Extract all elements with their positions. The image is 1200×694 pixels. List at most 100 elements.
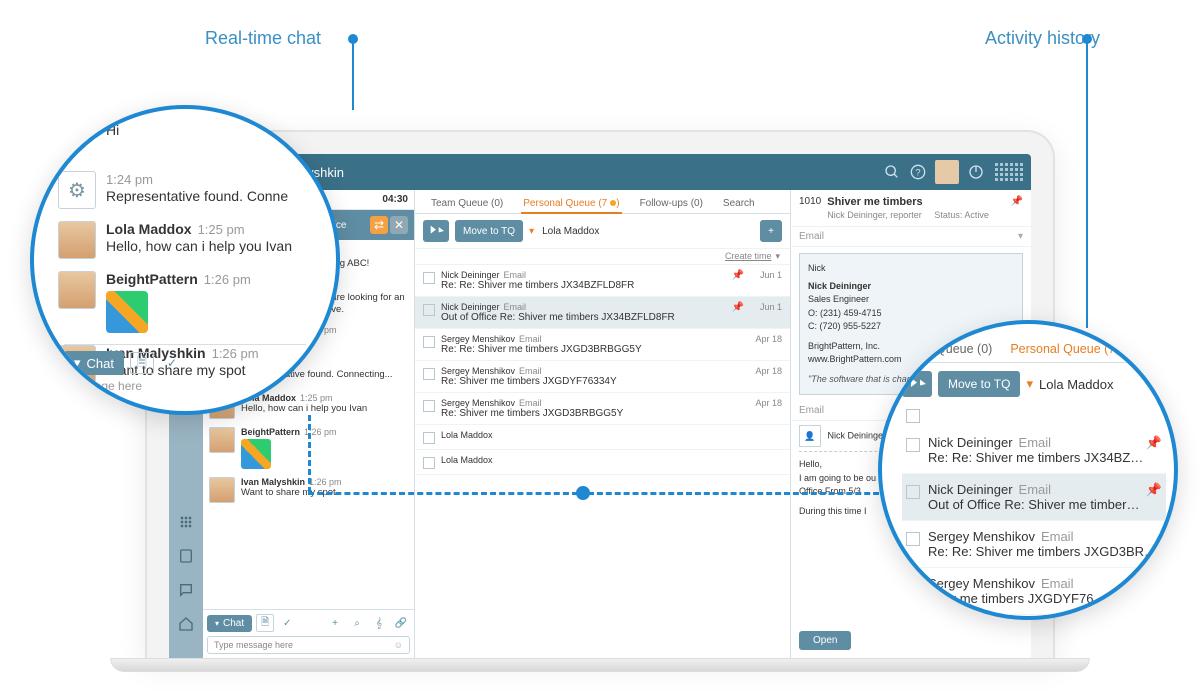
chat-nav-icon[interactable] [176,580,196,600]
row-checkbox[interactable] [423,368,435,380]
end-chat-icon[interactable]: ✕ [390,216,408,234]
case-header: 1010 Shiver me timbers Nick Deininger, r… [791,190,1031,227]
home-icon[interactable] [176,614,196,634]
laptop-base [110,658,1090,672]
row-checkbox[interactable] [423,432,435,444]
open-button[interactable]: Open [799,631,851,650]
tab-team-queue[interactable]: Team Queue (0) [902,342,992,356]
row-checkbox[interactable] [423,457,435,469]
reply-author: Nick Deininger [828,430,887,440]
row-checkbox[interactable] [423,336,435,348]
move-to-tq-button[interactable]: Move to TQ [938,371,1020,397]
case-id: 1010 [799,196,821,220]
search-icon[interactable] [879,159,905,185]
avatar [209,427,235,453]
email-row[interactable]: Nick DeiningerEmail📌Out of Office Re: Sh… [902,474,1166,521]
check-icon[interactable]: ✓ [160,352,184,374]
avatar [58,221,96,259]
email-row[interactable]: Sergey MenshikovEmailRe: Shiver me timbe… [415,361,790,393]
logged-user-avatar[interactable] [935,160,959,184]
move-to-tq-button[interactable]: Move to TQ [455,220,523,242]
queue-panel: Team Queue (0) Personal Queue (7) Follow… [415,190,791,658]
reply-avatar-icon: 👤 [799,425,821,447]
email-sender: Nick Deininger [441,270,500,280]
email-type: Email [519,366,542,376]
power-icon[interactable] [963,159,989,185]
email-row[interactable]: Nick DeiningerEmailOut of Office Re: Shi… [415,297,790,329]
transfer-icon[interactable]: ⇄ [370,216,388,234]
mag-sender: Lola Maddox [106,221,192,237]
link-icon[interactable]: 🔗 [392,614,410,632]
row-checkbox[interactable] [906,485,920,499]
email-section-label[interactable]: Email ▾ [791,227,1031,247]
contacts-icon[interactable] [176,546,196,566]
message-time: 1:26 pm [309,477,342,487]
queue-sort: Create time ▾ [415,249,790,265]
queue-assignee: Lola Maddox [1039,377,1113,392]
dropdown-caret-icon[interactable]: ▾ [529,226,534,237]
annotation-realtime-chat: Real-time chat [205,28,321,49]
mag-email-list: Nick DeiningerEmail📌Re: Re: Shiver me ti… [902,427,1166,615]
message-sender: Ivan Malyshkin [241,477,305,487]
row-checkbox[interactable] [423,400,435,412]
email-row[interactable]: Sergey MenshikovEmailRe: Re: Shiver me t… [415,329,790,361]
email-type: Email [519,334,542,344]
row-checkbox[interactable] [423,304,435,316]
email-sender: Sergey Menshikov [441,398,515,408]
tab-search[interactable]: Search [713,194,765,213]
card-title: Sales Engineer [808,293,1014,307]
plus-icon[interactable]: + [326,614,344,632]
search-small-icon[interactable]: ⌕ [348,614,366,632]
email-type: Email [1041,576,1074,591]
mag-sender: BeightPattern [106,271,198,287]
tab-team-queue[interactable]: Team Queue (0) [421,194,513,213]
chat-input-placeholder[interactable]: message here [64,379,306,393]
sort-dir-icon[interactable]: ▾ [775,251,780,262]
mag-chat-text: Representative found. Conne [106,187,326,205]
sort-by-link[interactable]: Create time [725,251,772,262]
chat-input[interactable]: Type message here ☺ [207,636,410,654]
tab-followups[interactable]: Follow-ups (0) [630,194,713,213]
connector-line [308,415,311,493]
row-checkbox[interactable] [906,438,920,452]
check-icon[interactable]: ✓ [278,614,296,632]
tab-personal-queue[interactable]: Personal Queue (7) [1010,342,1129,356]
row-checkbox[interactable] [906,532,920,546]
email-subject: Re: Re: Shiver me timbers JXGD3BRBGG5Y [441,344,749,355]
email-row[interactable]: Sergey MenshikovEmailRe: Shiver me timbe… [415,393,790,425]
dropdown-caret-icon[interactable]: ▾ [1026,376,1033,392]
email-row[interactable]: Lola Maddox [415,425,790,450]
add-button[interactable]: + [760,220,782,242]
tab-personal-queue[interactable]: Personal Queue (7) [513,194,629,213]
pin-icon[interactable]: 📌 [1011,196,1023,220]
forward-button[interactable] [423,220,449,242]
help-icon[interactable]: ? [905,159,931,185]
queue-tabs: Team Queue (0) Personal Queue (7) Follow… [415,190,790,214]
chat-mode-button[interactable]: ▾Chat [207,615,252,632]
email-row[interactable]: Lola Maddox [415,450,790,475]
email-row[interactable]: Nick DeiningerEmail📌Re: Re: Shiver me ti… [902,427,1166,474]
email-subject: Re: Shiver me timbers JXGD3BRBGG5Y [441,408,749,419]
notes-icon[interactable]: 🗎 [130,352,154,374]
shared-image-thumbnail [106,291,148,333]
email-row[interactable]: Sergey MenshikovEmailRe: Re: Shiver me t… [902,521,1166,568]
case-subject: Shiver me timbers [827,196,1004,208]
email-row[interactable]: Nick DeiningerEmailRe: Re: Shiver me tim… [415,265,790,297]
email-type: Email [1041,529,1074,544]
emoji-icon[interactable]: ☺ [394,640,403,650]
notes-icon[interactable]: 🗎 [256,614,274,632]
row-checkbox[interactable] [423,272,435,284]
card-greeting: Nick [808,262,1014,276]
attachment-icon[interactable]: 𝄞 [370,614,388,632]
email-subject: Re: Shiver me timbers JXGDYF76334Y [441,376,749,387]
chat-input-placeholder: Type message here [214,640,394,650]
mag-chat-text: Hello, how can i help you Ivan [106,237,326,255]
email-sender: Nick Deininger [928,435,1013,450]
select-all-checkbox[interactable] [906,409,920,423]
email-sender: Sergey Menshikov [928,529,1035,544]
email-sender: Nick Deininger [928,482,1013,497]
chat-mode-button[interactable]: ▾Chat [64,351,124,375]
message-text: Hello, how can i help you Ivan [241,403,408,415]
notification-dot-icon [1118,346,1125,353]
dialpad-icon[interactable] [176,512,196,532]
